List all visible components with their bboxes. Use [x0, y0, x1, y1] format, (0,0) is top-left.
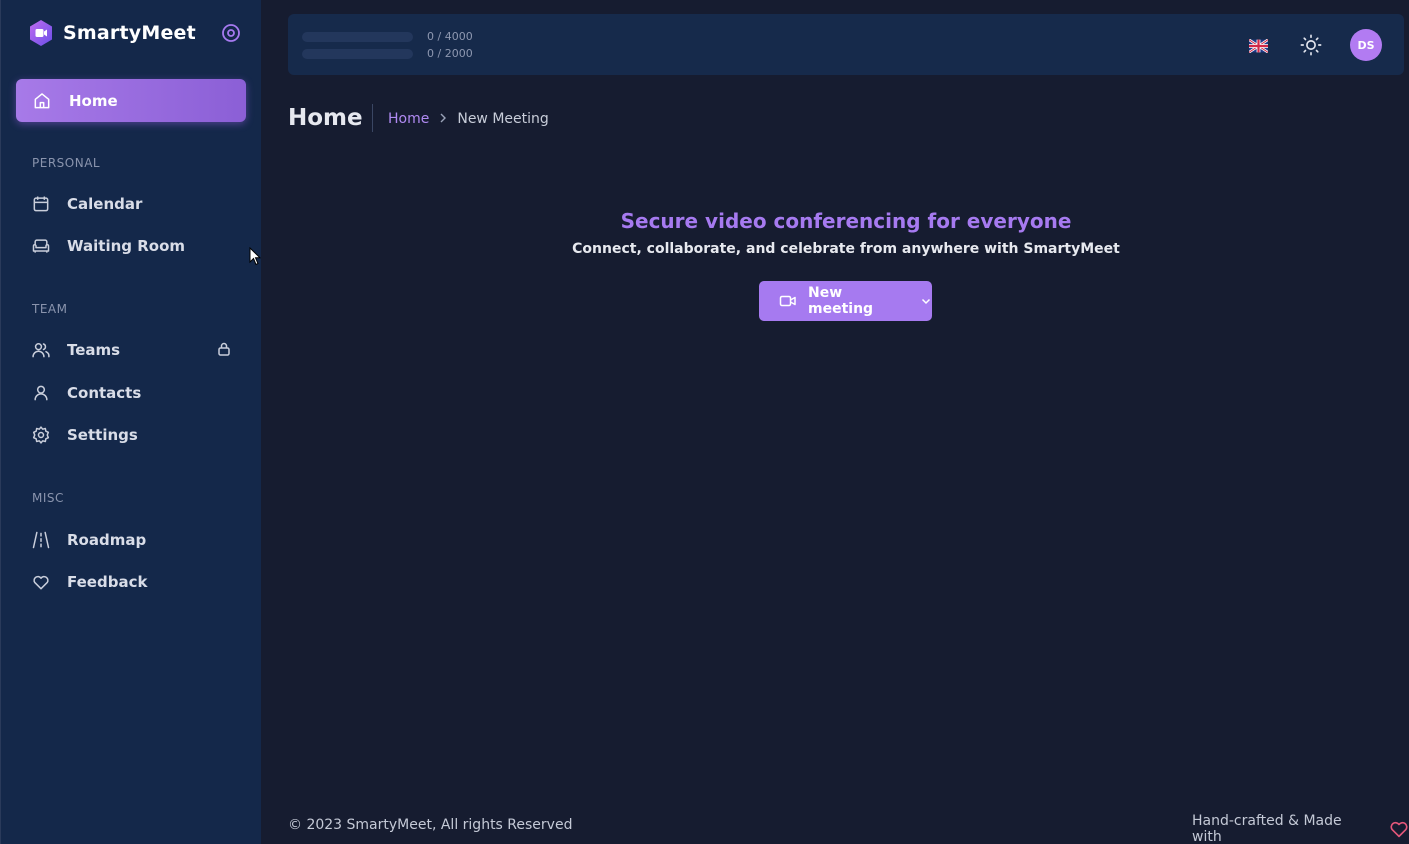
lock-icon — [216, 341, 232, 357]
avatar[interactable]: DS — [1350, 29, 1382, 61]
section-title-personal: PERSONAL — [32, 156, 101, 170]
gear-icon — [30, 424, 52, 446]
sidebar-item-teams[interactable]: Teams — [16, 332, 246, 368]
usage-progress-bar — [302, 48, 413, 59]
heart-icon — [30, 571, 52, 593]
mouse-cursor-icon — [249, 246, 262, 267]
section-title-team: TEAM — [32, 302, 68, 316]
sidebar-item-contacts[interactable]: Contacts — [16, 375, 246, 411]
hero-subtitle: Connect, collaborate, and celebrate from… — [572, 241, 1120, 257]
sidebar-item-calendar[interactable]: Calendar — [16, 186, 246, 222]
sidebar-item-label: Waiting Room — [67, 237, 186, 255]
sidebar-item-waiting-room[interactable]: Waiting Room — [16, 228, 246, 264]
brand[interactable]: SmartyMeet — [27, 18, 196, 48]
title-divider — [372, 104, 373, 132]
footer-made-with: Hand-crafted & Made with — [1192, 813, 1409, 844]
video-camera-icon — [779, 294, 797, 308]
sidebar-toggle-icon[interactable] — [220, 22, 242, 44]
sidebar-item-label: Calendar — [67, 195, 143, 213]
hero-title: Secure video conferencing for everyone — [620, 209, 1072, 233]
footer-copyright: © 2023 SmartyMeet, All rights Reserved — [288, 817, 573, 833]
footer-made-with-text: Hand-crafted & Made with — [1192, 813, 1342, 844]
calendar-icon — [30, 193, 52, 215]
sun-icon[interactable] — [1300, 34, 1322, 56]
sidebar-item-label: Contacts — [67, 384, 142, 402]
chevron-down-icon — [920, 295, 932, 307]
heart-icon — [1389, 820, 1409, 838]
sidebar-item-label: Feedback — [67, 573, 148, 591]
sidebar-item-label: Home — [69, 91, 118, 110]
new-meeting-button[interactable]: New meeting — [759, 281, 932, 321]
usage-meter-2: 0 / 2000 — [302, 47, 473, 60]
users-icon — [30, 339, 52, 361]
breadcrumb: Home New Meeting — [388, 111, 549, 127]
road-icon — [30, 529, 52, 551]
chevron-right-icon — [439, 112, 447, 127]
brand-name: SmartyMeet — [63, 22, 196, 44]
section-title-misc: MISC — [32, 491, 64, 505]
breadcrumb-home-link[interactable]: Home — [388, 111, 429, 127]
top-bar: 0 / 4000 0 / 2000 DS — [288, 14, 1404, 75]
smartymeet-logo-icon — [27, 19, 55, 47]
page-title: Home — [288, 105, 363, 131]
sidebar-item-label: Settings — [67, 426, 138, 444]
uk-flag-icon[interactable] — [1248, 38, 1269, 54]
breadcrumb-current: New Meeting — [457, 111, 549, 127]
sidebar-item-home[interactable]: Home — [16, 79, 246, 122]
sidebar-item-label: Teams — [67, 341, 121, 359]
sidebar: SmartyMeet Home PERSONAL Calendar Waitin… — [0, 0, 261, 844]
sidebar-item-settings[interactable]: Settings — [16, 417, 246, 453]
sofa-icon — [30, 235, 52, 257]
user-icon — [30, 382, 52, 404]
home-icon — [31, 90, 53, 112]
usage-meter-1: 0 / 4000 — [302, 30, 473, 43]
usage-progress-bar — [302, 31, 413, 42]
usage-progress-text: 0 / 4000 — [427, 30, 473, 43]
sidebar-item-feedback[interactable]: Feedback — [16, 564, 246, 600]
sidebar-item-label: Roadmap — [67, 531, 147, 549]
new-meeting-label: New meeting — [808, 285, 874, 317]
usage-progress-text: 0 / 2000 — [427, 47, 473, 60]
sidebar-item-roadmap[interactable]: Roadmap — [16, 522, 246, 558]
